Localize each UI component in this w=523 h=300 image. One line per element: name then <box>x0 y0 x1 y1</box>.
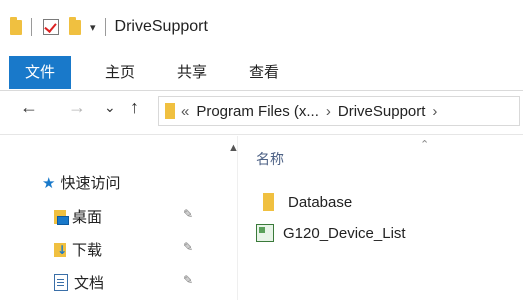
nav-item-label: 快速访问 <box>60 174 121 192</box>
file-name: Database <box>288 193 353 211</box>
folder-icon <box>10 16 22 35</box>
pin-icon[interactable]: ✎ <box>183 240 193 254</box>
recent-locations-chevron-icon[interactable]: ⌄ <box>104 99 116 116</box>
list-item[interactable]: Database <box>263 193 352 211</box>
breadcrumb-drivesupport[interactable]: DriveSupport <box>338 103 426 120</box>
folder-icon <box>165 103 175 119</box>
desktop-icon <box>54 209 69 225</box>
new-folder-icon[interactable] <box>69 16 81 35</box>
star-icon: ★ <box>42 173 56 192</box>
documents-icon <box>54 274 68 291</box>
nav-item-desktop[interactable]: 桌面 <box>54 206 102 227</box>
tab-home[interactable]: 主页 <box>105 56 135 89</box>
properties-check-icon[interactable] <box>43 19 59 35</box>
pin-icon[interactable]: ✎ <box>183 207 193 221</box>
nav-item-label: 文档 <box>74 274 105 292</box>
breadcrumb-separator-icon[interactable]: › <box>326 103 331 120</box>
scrollbar[interactable] <box>237 136 238 300</box>
nav-item-documents[interactable]: 文档 <box>54 272 104 293</box>
separator <box>31 18 32 36</box>
tab-file[interactable]: 文件 <box>9 56 71 89</box>
downloads-icon <box>54 242 67 257</box>
device-list-icon <box>256 224 274 242</box>
separator <box>104 18 106 36</box>
sort-caret-icon: ⌃ <box>420 139 430 151</box>
tab-share[interactable]: 共享 <box>177 56 207 89</box>
ribbon-tabs: 文件 主页 共享 查看 <box>0 56 523 91</box>
window-title: DriveSupport <box>114 18 208 35</box>
nav-item-downloads[interactable]: 下载 <box>54 239 102 260</box>
pin-icon[interactable]: ✎ <box>183 273 193 287</box>
up-arrow-icon[interactable]: ↑ <box>130 97 139 118</box>
title-bar: ▾ DriveSupport <box>0 0 523 50</box>
file-name: G120_Device_List <box>283 224 406 242</box>
breadcrumb-program-files[interactable]: Program Files (x... <box>196 103 319 120</box>
forward-arrow-icon[interactable]: → <box>68 97 86 118</box>
back-arrow-icon[interactable]: ← <box>20 97 38 118</box>
nav-item-label: 桌面 <box>72 208 103 226</box>
quick-access-toolbar: ▾ DriveSupport <box>10 16 208 36</box>
list-item[interactable]: G120_Device_List <box>256 224 406 242</box>
nav-item-label: 下载 <box>72 241 103 259</box>
tab-view[interactable]: 查看 <box>249 56 279 89</box>
navigation-bar: ← → ⌄ ↑ « Program Files (x... › DriveSup… <box>0 92 523 128</box>
breadcrumb-separator-icon[interactable]: › <box>432 103 437 120</box>
folder-icon <box>263 193 274 211</box>
nav-item-quick-access[interactable]: ★ 快速访问 <box>42 172 120 193</box>
address-bar[interactable]: « Program Files (x... › DriveSupport › <box>158 96 520 126</box>
column-header-name[interactable]: 名称 <box>256 149 284 169</box>
customize-qat-dropdown[interactable]: ▾ <box>90 21 96 34</box>
overflow-chevron-icon[interactable]: « <box>181 103 189 120</box>
divider <box>0 134 523 135</box>
